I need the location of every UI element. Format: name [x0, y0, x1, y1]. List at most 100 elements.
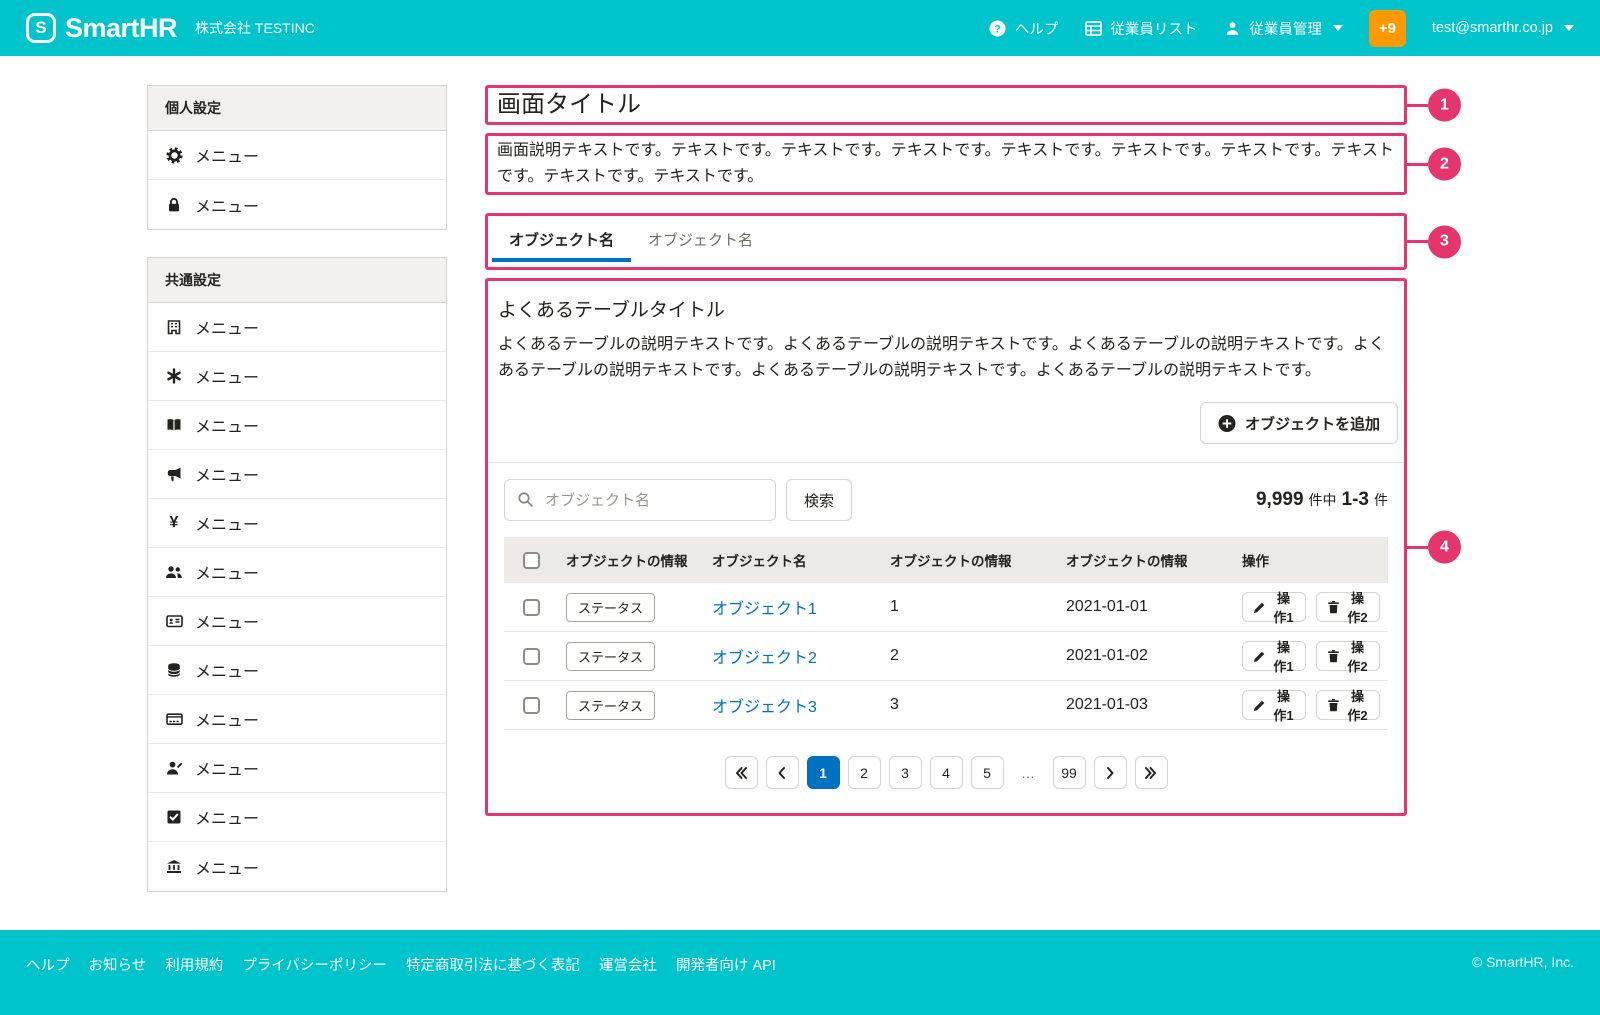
- edit-action-button[interactable]: 操作1: [1242, 592, 1306, 622]
- result-count: 9,999 件中 1-3 件: [1256, 489, 1388, 511]
- pagination-page-3[interactable]: 3: [889, 756, 922, 789]
- footer-link-terms[interactable]: 利用規約: [165, 954, 223, 975]
- sidebar-item-menu[interactable]: メニュー: [148, 646, 446, 695]
- pagination-page-2[interactable]: 2: [848, 756, 881, 789]
- search-button[interactable]: 検索: [786, 479, 852, 521]
- object-link[interactable]: オブジェクト2: [712, 650, 817, 667]
- chevron-down-icon: [1564, 25, 1574, 31]
- person-edit-icon: [165, 760, 183, 776]
- table-actions-row: オブジェクトを追加: [488, 398, 1404, 462]
- layout: 個人設定 メニュー メニュー 共通設定: [0, 56, 1600, 919]
- row-checkbox[interactable]: [523, 599, 540, 616]
- footer-link-news[interactable]: お知らせ: [89, 954, 147, 975]
- column-header: オブジェクトの情報: [558, 550, 704, 570]
- app-header: S SmartHR 株式会社 TESTINC ? ヘルプ 従業員リスト: [0, 0, 1600, 56]
- sidebar-item-label: メニュー: [195, 707, 259, 731]
- lock-icon: [165, 197, 183, 213]
- table-title: よくあるテーブルタイトル: [498, 295, 1394, 322]
- sidebar-item-menu[interactable]: メニュー: [148, 597, 446, 646]
- pagination-page-5[interactable]: 5: [971, 756, 1004, 789]
- pagination-page-99[interactable]: 99: [1053, 756, 1086, 789]
- footer-link-company[interactable]: 運営会社: [599, 954, 657, 975]
- object-link[interactable]: オブジェクト3: [712, 699, 817, 716]
- sidebar-item-menu[interactable]: メニュー: [148, 180, 446, 229]
- sidebar-item-menu[interactable]: ¥ メニュー: [148, 499, 446, 548]
- sidebar-section-personal: 個人設定 メニュー メニュー: [147, 85, 447, 230]
- sidebar-item-menu[interactable]: メニュー: [148, 744, 446, 793]
- tab-bar-section: オブジェクト名 オブジェクト名 3: [485, 213, 1407, 270]
- sidebar-item-label: メニュー: [195, 855, 259, 879]
- delete-action-button[interactable]: 操作2: [1316, 690, 1380, 720]
- sidebar-section-title: 共通設定: [148, 258, 446, 303]
- notification-badge[interactable]: +9: [1369, 10, 1406, 47]
- smarthr-logo[interactable]: S SmartHR: [26, 13, 177, 44]
- footer-link-developer-api[interactable]: 開発者向け API: [676, 954, 776, 975]
- smarthr-logo-text: SmartHR: [65, 13, 177, 44]
- row-checkbox[interactable]: [523, 697, 540, 714]
- tab-bar: オブジェクト名 オブジェクト名: [488, 216, 1404, 267]
- pencil-icon: [1253, 699, 1266, 712]
- search-icon: [517, 491, 534, 513]
- edit-action-label: 操作1: [1272, 637, 1295, 675]
- tab-object-1[interactable]: オブジェクト名: [492, 216, 631, 262]
- sidebar-item-menu[interactable]: メニュー: [148, 131, 446, 180]
- sidebar-item-menu[interactable]: メニュー: [148, 793, 446, 842]
- megaphone-icon: [165, 466, 183, 482]
- app-footer: ヘルプ お知らせ 利用規約 プライバシーポリシー 特定商取引法に基づく表記 運営…: [0, 930, 1600, 1015]
- sidebar-item-label: メニュー: [195, 560, 259, 584]
- edit-action-button[interactable]: 操作1: [1242, 690, 1306, 720]
- account-email: test@smarthr.co.jp: [1432, 20, 1553, 36]
- sidebar-item-menu[interactable]: メニュー: [148, 352, 446, 401]
- pagination: 1 2 3 4 5 … 99: [488, 756, 1404, 789]
- help-link[interactable]: ? ヘルプ: [989, 18, 1059, 39]
- select-all-checkbox[interactable]: [523, 552, 540, 569]
- delete-action-label: 操作2: [1346, 686, 1369, 724]
- employee-list-link[interactable]: 従業員リスト: [1084, 18, 1197, 39]
- object-link[interactable]: オブジェクト1: [712, 601, 817, 618]
- pagination-first-button[interactable]: [725, 756, 758, 789]
- edit-action-button[interactable]: 操作1: [1242, 641, 1306, 671]
- sidebar-item-menu[interactable]: メニュー: [148, 303, 446, 352]
- delete-action-label: 操作2: [1346, 637, 1369, 675]
- table-row: ステータス オブジェクト2 2 2021-01-02 操作1 操作2: [504, 632, 1388, 681]
- sidebar: 個人設定 メニュー メニュー 共通設定: [147, 85, 447, 919]
- building-icon: [165, 319, 183, 335]
- pagination-next-button[interactable]: [1094, 756, 1127, 789]
- page: S SmartHR 株式会社 TESTINC ? ヘルプ 従業員リスト: [0, 0, 1600, 1015]
- pagination-page-1[interactable]: 1: [807, 756, 840, 789]
- book-icon: [165, 417, 183, 433]
- yen-icon: ¥: [165, 515, 183, 531]
- status-badge: ステータス: [566, 642, 655, 671]
- trash-icon: [1327, 698, 1340, 712]
- edit-action-label: 操作1: [1272, 588, 1295, 626]
- object-date: 2021-01-02: [1058, 647, 1234, 665]
- sidebar-item-menu[interactable]: メニュー: [148, 842, 446, 891]
- pagination-last-button[interactable]: [1135, 756, 1168, 789]
- sidebar-item-menu[interactable]: メニュー: [148, 401, 446, 450]
- tab-object-2[interactable]: オブジェクト名: [631, 216, 770, 262]
- delete-action-button[interactable]: 操作2: [1316, 641, 1380, 671]
- delete-action-button[interactable]: 操作2: [1316, 592, 1380, 622]
- pagination-ellipsis: …: [1012, 756, 1045, 789]
- footer-link-help[interactable]: ヘルプ: [26, 954, 70, 975]
- employee-admin-dropdown[interactable]: 従業員管理: [1223, 18, 1343, 39]
- row-checkbox[interactable]: [523, 648, 540, 665]
- pagination-prev-button[interactable]: [766, 756, 799, 789]
- copyright: © SmartHR, Inc.: [1472, 954, 1574, 970]
- plus-circle-icon: [1218, 414, 1236, 433]
- object-value: 2: [882, 647, 1058, 665]
- help-icon: ?: [989, 20, 1007, 37]
- column-header: 操作: [1234, 550, 1388, 570]
- sidebar-item-menu[interactable]: メニュー: [148, 450, 446, 499]
- footer-link-commerce-law[interactable]: 特定商取引法に基づく表記: [406, 954, 580, 975]
- account-dropdown[interactable]: test@smarthr.co.jp: [1432, 20, 1574, 36]
- edit-action-label: 操作1: [1272, 686, 1295, 724]
- footer-link-privacy[interactable]: プライバシーポリシー: [242, 954, 387, 975]
- add-object-button[interactable]: オブジェクトを追加: [1200, 402, 1398, 444]
- employee-list-label: 従業員リスト: [1110, 18, 1197, 39]
- sidebar-item-menu[interactable]: メニュー: [148, 695, 446, 744]
- sidebar-item-menu[interactable]: メニュー: [148, 548, 446, 597]
- trash-icon: [1327, 600, 1340, 614]
- search-input[interactable]: [504, 479, 776, 521]
- pagination-page-4[interactable]: 4: [930, 756, 963, 789]
